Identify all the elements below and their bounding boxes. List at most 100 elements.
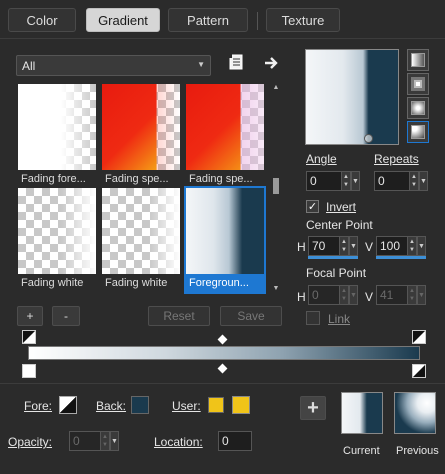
spin-down-icon[interactable]: ▼ bbox=[341, 246, 347, 254]
focal-h-dropdown-button[interactable]: ▼ bbox=[349, 285, 358, 305]
panel-divider bbox=[0, 383, 445, 384]
invert-checkbox[interactable]: ✓ bbox=[306, 200, 319, 213]
resource-manager-icon[interactable] bbox=[227, 53, 245, 71]
spin-up-icon[interactable]: ▲ bbox=[341, 238, 347, 246]
repeats-label: Repeats bbox=[374, 152, 419, 166]
spin-up-icon[interactable]: ▲ bbox=[411, 173, 417, 181]
location-input[interactable]: 0 bbox=[218, 431, 252, 451]
spin-down-icon[interactable]: ▼ bbox=[102, 441, 108, 449]
scroll-up-icon[interactable]: ▲ bbox=[271, 84, 281, 91]
angle-stepper[interactable]: ▲ ▼ bbox=[341, 171, 351, 191]
add-to-swatches-button[interactable]: + bbox=[300, 396, 326, 420]
center-v-slider[interactable] bbox=[376, 256, 426, 259]
opacity-stop-left[interactable] bbox=[22, 330, 36, 344]
center-point-handle[interactable] bbox=[364, 134, 373, 143]
spin-up-icon[interactable]: ▲ bbox=[409, 238, 415, 246]
angle-input[interactable]: 0 bbox=[306, 171, 342, 191]
library-scrollbar[interactable]: ▲ ▼ bbox=[271, 84, 281, 292]
tab-gradient[interactable]: Gradient bbox=[86, 8, 160, 32]
gradient-swatch-fading-white-2[interactable]: Fading white bbox=[102, 188, 180, 292]
chevron-down-icon: ▼ bbox=[418, 291, 425, 299]
previous-gradient-preview[interactable] bbox=[394, 392, 436, 434]
add-gradient-button[interactable]: + bbox=[17, 306, 43, 326]
angle-dropdown-button[interactable]: ▼ bbox=[351, 171, 360, 191]
current-gradient-preview[interactable] bbox=[341, 392, 383, 434]
location-label-text: Location: bbox=[154, 435, 203, 449]
tab-pattern[interactable]: Pattern bbox=[168, 8, 248, 32]
gradient-swatch-fading-spectrum-2[interactable]: Fading spe... bbox=[186, 84, 264, 188]
link-checkbox[interactable] bbox=[306, 311, 320, 325]
opacity-stop-icon bbox=[23, 331, 35, 343]
spin-down-icon[interactable]: ▼ bbox=[409, 246, 415, 254]
rectangular-gradient-style-button[interactable] bbox=[407, 73, 429, 95]
center-h-stepper[interactable]: ▲ ▼ bbox=[339, 236, 349, 256]
tab-texture[interactable]: Texture bbox=[266, 8, 340, 32]
gradient-preview-large[interactable] bbox=[305, 49, 399, 145]
spin-up-icon[interactable]: ▲ bbox=[409, 287, 415, 295]
center-v-stepper[interactable]: ▲ ▼ bbox=[407, 236, 417, 256]
repeats-input[interactable]: 0 bbox=[374, 171, 410, 191]
color-stop-right[interactable] bbox=[412, 364, 426, 378]
gradient-editor-bar[interactable] bbox=[28, 346, 420, 360]
focal-v-dropdown-button[interactable]: ▼ bbox=[417, 285, 426, 305]
focal-h-stepper[interactable]: ▲ ▼ bbox=[339, 285, 349, 305]
library-filter-dropdown[interactable]: All ▼ bbox=[16, 55, 211, 76]
previous-label: Previous bbox=[396, 445, 439, 457]
spin-up-icon[interactable]: ▲ bbox=[341, 287, 347, 295]
spin-down-icon[interactable]: ▼ bbox=[341, 295, 347, 303]
gradient-name: Fading spe... bbox=[189, 173, 253, 185]
center-h-dropdown-button[interactable]: ▼ bbox=[349, 236, 358, 256]
center-v-dropdown-button[interactable]: ▼ bbox=[417, 236, 426, 256]
spin-up-icon[interactable]: ▲ bbox=[102, 433, 108, 441]
color-midpoint-handle[interactable] bbox=[217, 363, 228, 374]
spin-down-icon[interactable]: ▼ bbox=[411, 181, 417, 189]
center-v-input[interactable]: 100 bbox=[376, 236, 408, 256]
spin-down-icon[interactable]: ▼ bbox=[343, 181, 349, 189]
chevron-down-icon: ▼ bbox=[197, 60, 205, 69]
user-color-swatch[interactable] bbox=[232, 396, 250, 414]
opacity-label-text: Opacity: bbox=[8, 435, 53, 449]
angle-label-text: Angle bbox=[306, 152, 337, 166]
back-color-swatch[interactable] bbox=[131, 396, 149, 414]
opacity-stepper[interactable]: ▲ ▼ bbox=[100, 431, 110, 451]
linear-gradient-style-button[interactable] bbox=[407, 49, 429, 71]
user-color-small-swatch[interactable] bbox=[208, 397, 224, 413]
sunburst-gradient-style-button[interactable] bbox=[407, 97, 429, 119]
gradient-preview bbox=[102, 188, 180, 274]
link-label[interactable]: Link bbox=[328, 312, 350, 326]
invert-label[interactable]: Invert bbox=[326, 200, 356, 214]
remove-gradient-button[interactable]: - bbox=[52, 306, 80, 326]
center-h-slider[interactable] bbox=[308, 256, 358, 259]
current-label: Current bbox=[343, 445, 380, 457]
invert-label-text: Invert bbox=[326, 200, 357, 214]
save-button[interactable]: Save bbox=[220, 306, 282, 326]
tab-color[interactable]: Color bbox=[8, 8, 76, 32]
opacity-midpoint-handle[interactable] bbox=[217, 334, 228, 345]
center-h-input[interactable]: 70 bbox=[308, 236, 340, 256]
spin-up-icon[interactable]: ▲ bbox=[343, 173, 349, 181]
focal-v-input[interactable]: 41 bbox=[376, 285, 408, 305]
link-label-text: Link bbox=[328, 312, 351, 326]
gradient-swatch-foreground-background[interactable]: Foregroun... bbox=[184, 186, 266, 294]
focal-h-input[interactable]: 0 bbox=[308, 285, 340, 305]
scroll-down-icon[interactable]: ▼ bbox=[271, 285, 281, 292]
arrow-right-icon[interactable] bbox=[263, 55, 279, 71]
back-label-text: Back: bbox=[96, 399, 127, 413]
opacity-input[interactable]: 0 bbox=[69, 431, 101, 451]
center-v-label: V bbox=[365, 240, 374, 254]
radial-gradient-style-button[interactable] bbox=[407, 121, 429, 143]
opacity-stop-right[interactable] bbox=[412, 330, 426, 344]
repeats-stepper[interactable]: ▲ ▼ bbox=[409, 171, 419, 191]
color-stop-left[interactable] bbox=[22, 364, 36, 378]
gradient-swatch-fading-white-1[interactable]: Fading white bbox=[18, 188, 96, 292]
scrollbar-thumb[interactable] bbox=[273, 178, 279, 194]
gradient-swatch-fading-foreground[interactable]: Fading fore... bbox=[18, 84, 96, 188]
linear-style-icon bbox=[411, 53, 425, 67]
fore-color-swatch[interactable] bbox=[59, 396, 77, 414]
opacity-dropdown-button[interactable]: ▼ bbox=[110, 431, 119, 451]
repeats-dropdown-button[interactable]: ▼ bbox=[419, 171, 428, 191]
focal-v-stepper[interactable]: ▲ ▼ bbox=[407, 285, 417, 305]
reset-button[interactable]: Reset bbox=[148, 306, 210, 326]
gradient-swatch-fading-spectrum-1[interactable]: Fading spe... bbox=[102, 84, 180, 188]
spin-down-icon[interactable]: ▼ bbox=[409, 295, 415, 303]
